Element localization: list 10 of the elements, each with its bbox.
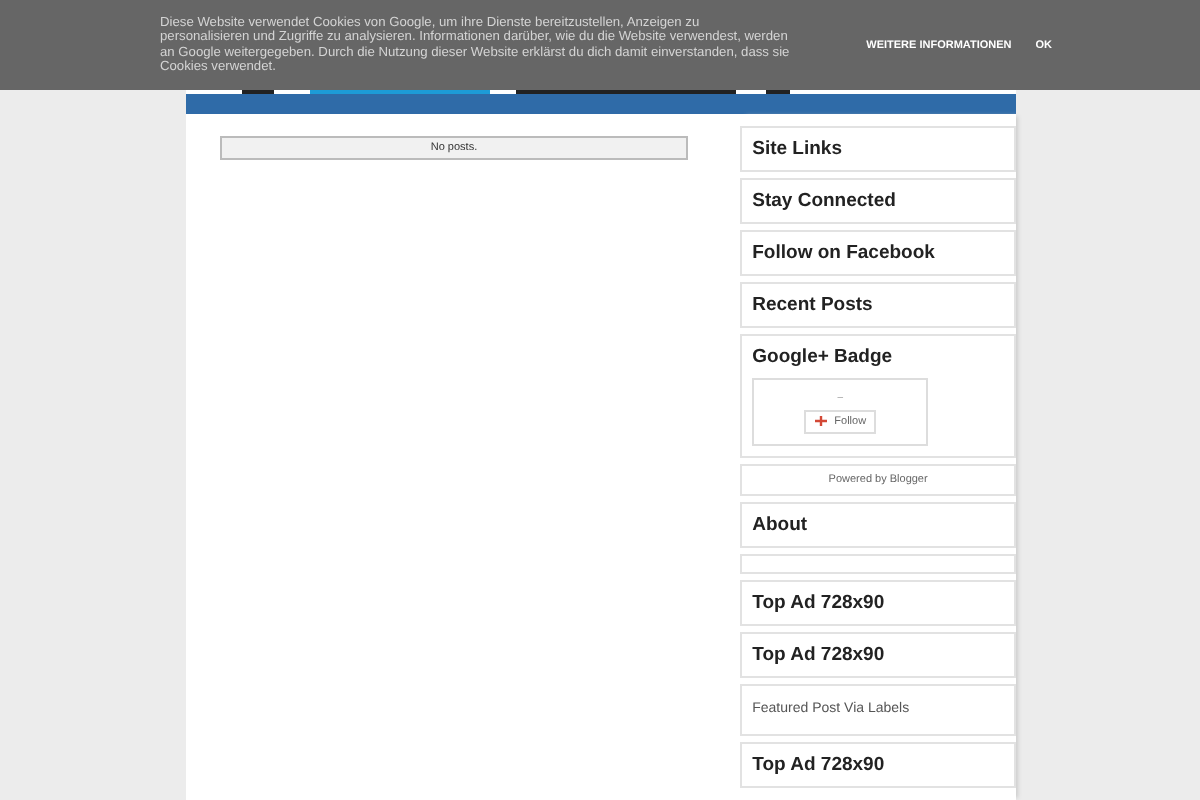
widget-title: Stay Connected [750,188,898,216]
widget-title: Recent Posts [750,292,875,320]
widget-title: Follow on Facebook [750,240,937,268]
plus-icon [814,416,829,426]
widget-title: Top Ad 728x90 [750,642,887,670]
widget-title: Site Links [750,136,844,164]
widget-title: Google+ Badge [750,344,895,372]
widget-title: Top Ad 728x90 [750,590,887,618]
widget-title: About [750,512,810,540]
widget-title: Top Ad 728x90 [750,752,887,780]
